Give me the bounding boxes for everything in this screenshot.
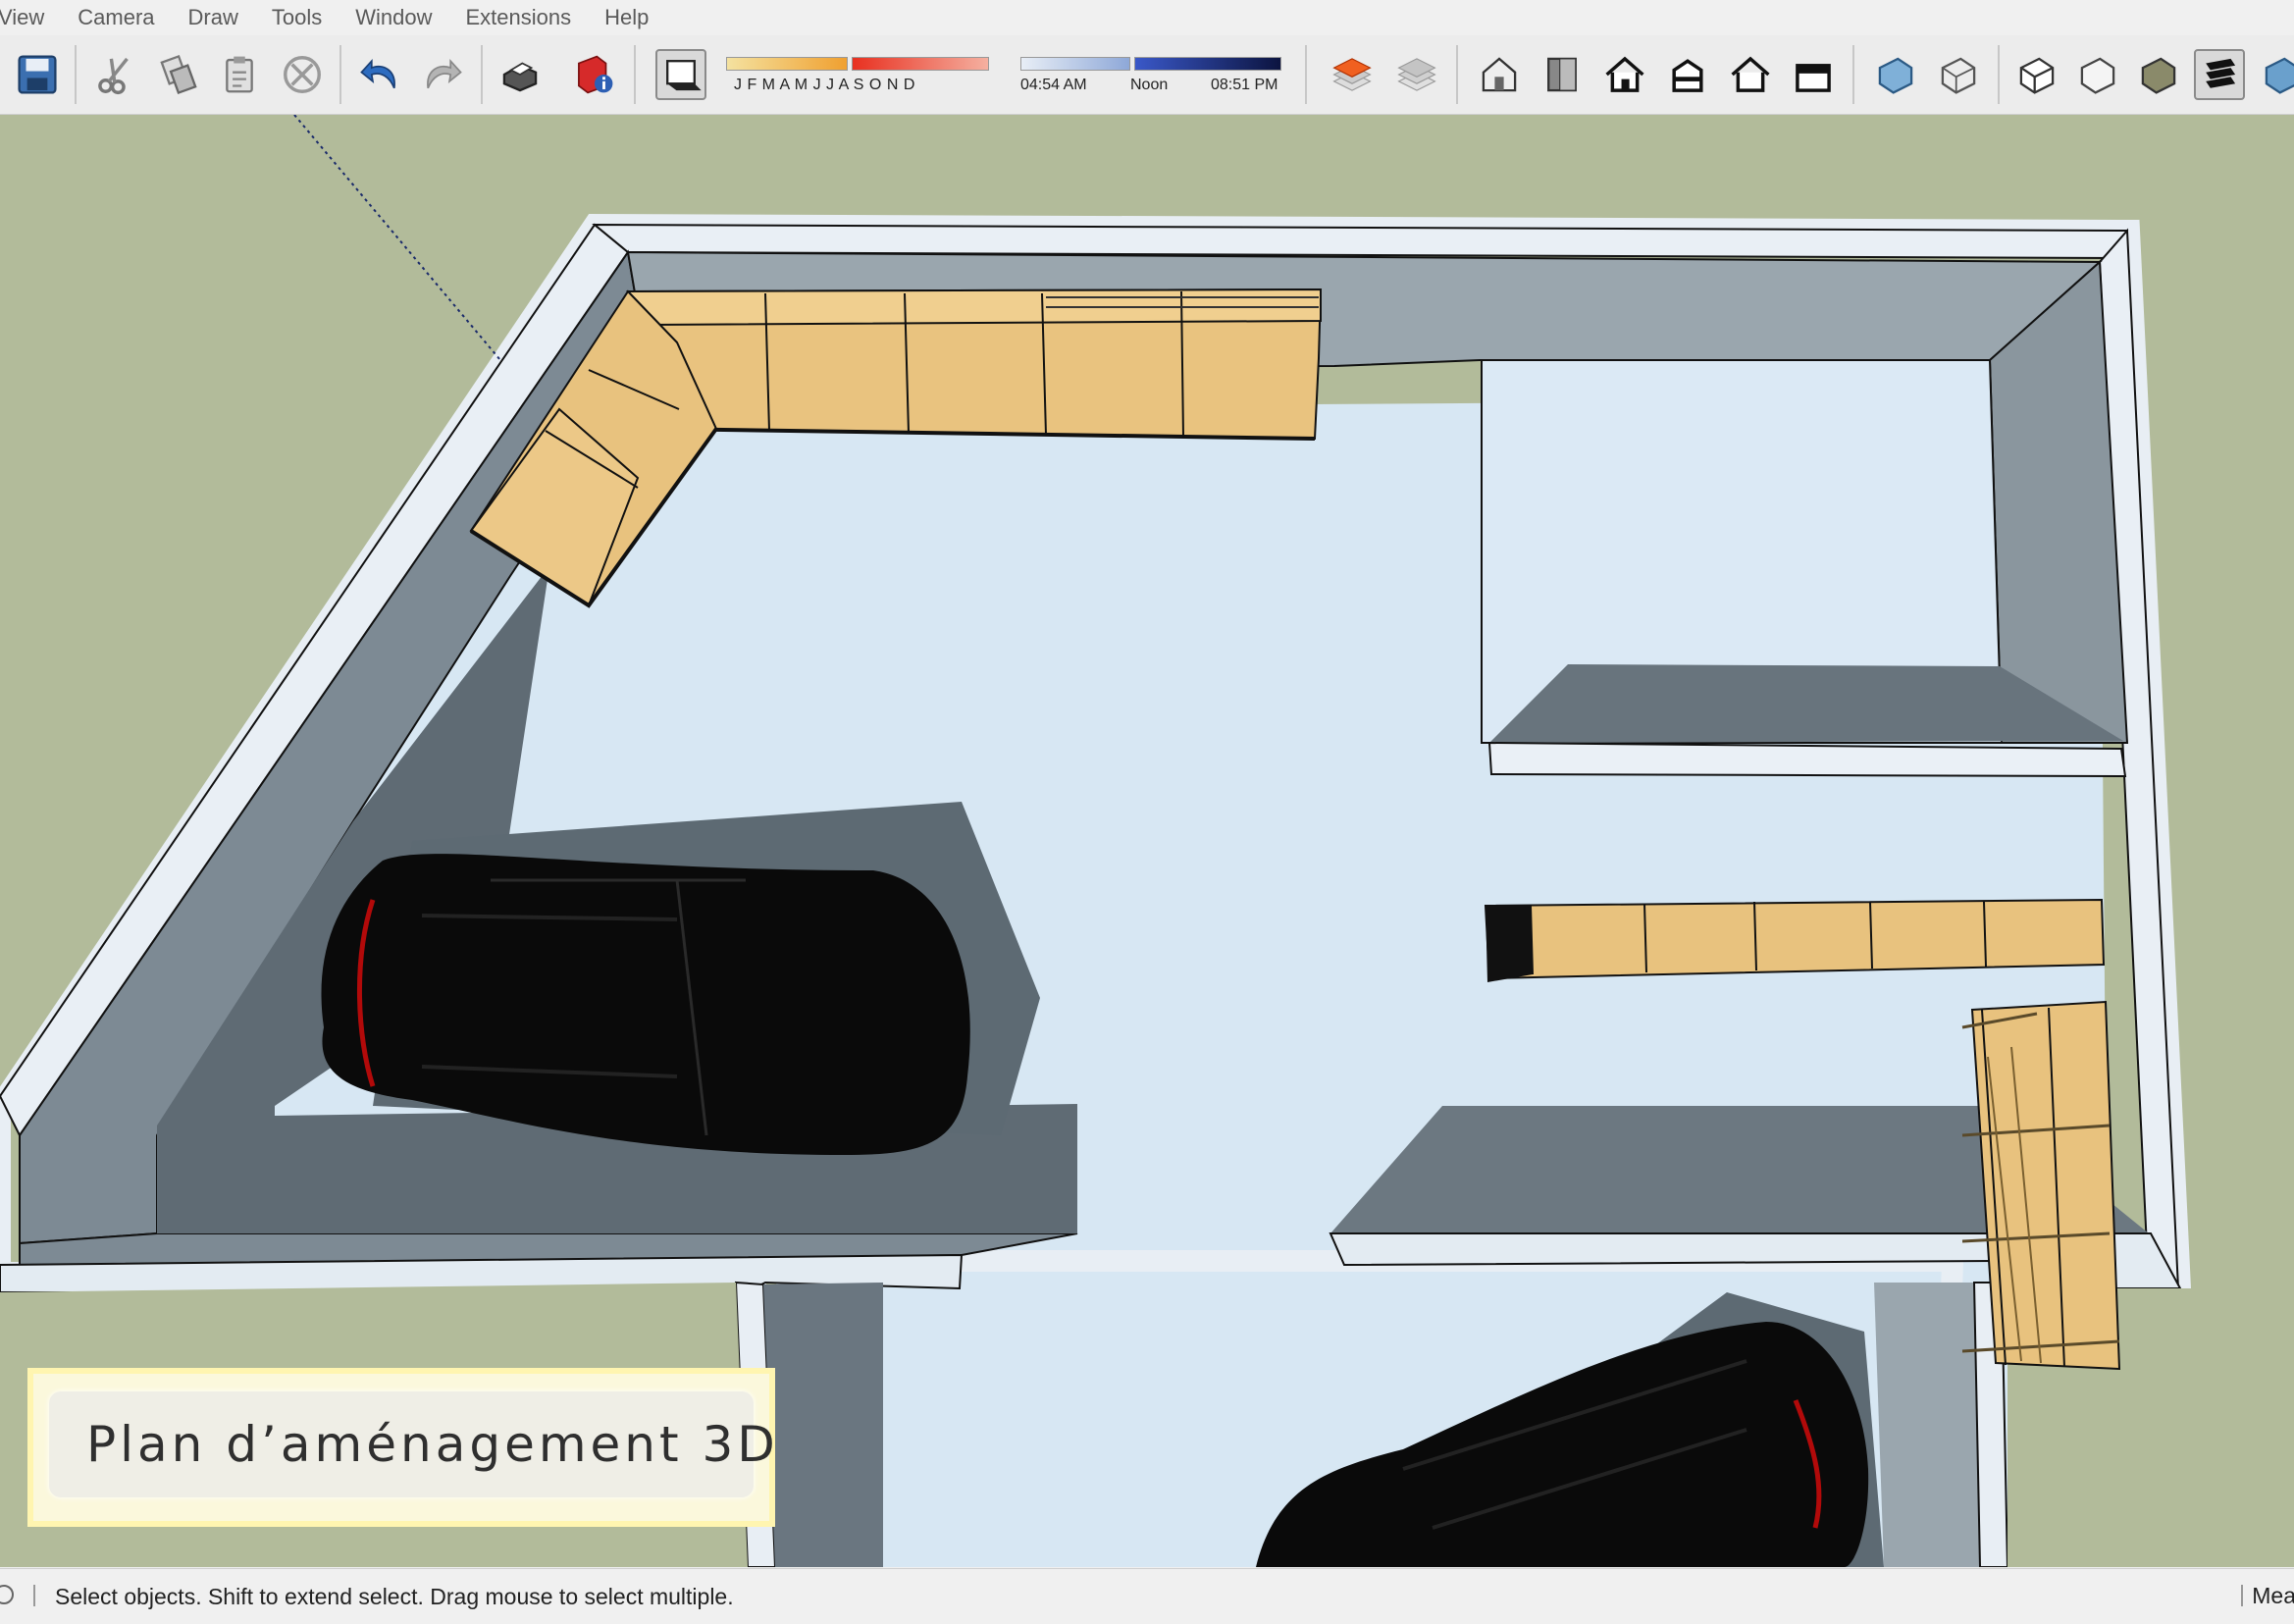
menu-draw[interactable]: Draw xyxy=(188,5,238,30)
shadow-time-slider[interactable] xyxy=(1020,57,1283,71)
layers-stack-icon[interactable] xyxy=(1391,49,1442,100)
status-bar: Select objects. Shift to extend select. … xyxy=(0,1568,2294,1624)
status-info-icon[interactable] xyxy=(0,1585,14,1604)
measurements-label: Mea xyxy=(2252,1583,2294,1608)
cut-icon[interactable] xyxy=(90,49,141,100)
overlay-title-inner: Plan d’aménagement 3D xyxy=(49,1391,775,1497)
model-info-icon[interactable] xyxy=(569,49,620,100)
menu-help[interactable]: Help xyxy=(604,5,649,30)
blue-axis-line xyxy=(293,115,501,361)
shadows-toggle-icon[interactable] xyxy=(655,49,706,100)
status-text: Select objects. Shift to extend select. … xyxy=(55,1583,734,1609)
redo-icon[interactable] xyxy=(416,49,467,100)
erase-icon[interactable] xyxy=(277,49,328,100)
paste-icon[interactable] xyxy=(214,49,265,100)
iso-view-icon[interactable] xyxy=(1474,49,1525,100)
back-cabinet-run xyxy=(626,288,1323,441)
print-icon[interactable] xyxy=(495,49,546,100)
status-divider-right xyxy=(2241,1585,2243,1606)
shadow-date-slider[interactable] xyxy=(726,57,991,71)
inner-ledge-top xyxy=(1487,741,2127,778)
corridor-right-face xyxy=(1874,1283,1982,1567)
hidden-line-icon[interactable] xyxy=(2011,49,2062,100)
front-view-icon[interactable] xyxy=(1537,49,1588,100)
undo-icon[interactable] xyxy=(355,49,406,100)
copy-icon[interactable] xyxy=(153,49,204,100)
partial-view-icon[interactable] xyxy=(2257,49,2294,100)
layers-icon[interactable] xyxy=(1327,49,1378,100)
shaded-icon[interactable] xyxy=(2072,49,2123,100)
save-icon[interactable] xyxy=(12,49,63,100)
corridor-left-face xyxy=(763,1283,883,1567)
shadow-time-end: 08:51 PM xyxy=(1211,77,1278,93)
status-divider xyxy=(33,1585,35,1606)
menu-window[interactable]: Window xyxy=(355,5,432,30)
car-1 xyxy=(321,802,1040,1155)
overlay-title: Plan d’aménagement 3D xyxy=(86,1416,779,1473)
3d-viewport[interactable]: Plan d’aménagement 3D xyxy=(0,115,2294,1567)
back-view-icon[interactable] xyxy=(1725,49,1776,100)
menu-bar: View Camera Draw Tools Window Extensions… xyxy=(0,0,2294,36)
shadow-months-label: J F M A M J J A S O N D xyxy=(734,77,915,93)
shadow-time-noon: Noon xyxy=(1130,77,1169,93)
toolbar: J F M A M J J A S O N D 04:54 AM Noon 08… xyxy=(0,35,2294,115)
left-view-icon[interactable] xyxy=(1788,49,1839,100)
overlay-title-box: Plan d’aménagement 3D xyxy=(27,1368,775,1527)
shaded-textures-icon[interactable] xyxy=(2133,49,2184,100)
menu-tools[interactable]: Tools xyxy=(272,5,322,30)
garage-model xyxy=(0,115,2294,1567)
menu-camera[interactable]: Camera xyxy=(78,5,154,30)
wireframe-icon[interactable] xyxy=(1933,49,1984,100)
right-view-icon[interactable] xyxy=(1662,49,1713,100)
home-view-icon[interactable] xyxy=(1599,49,1650,100)
menu-extensions[interactable]: Extensions xyxy=(466,5,572,30)
menu-view[interactable]: View xyxy=(0,5,44,30)
shadow-time-start: 04:54 AM xyxy=(1020,77,1087,93)
monochrome-icon[interactable] xyxy=(2194,49,2245,100)
xray-icon[interactable] xyxy=(1870,49,1921,100)
